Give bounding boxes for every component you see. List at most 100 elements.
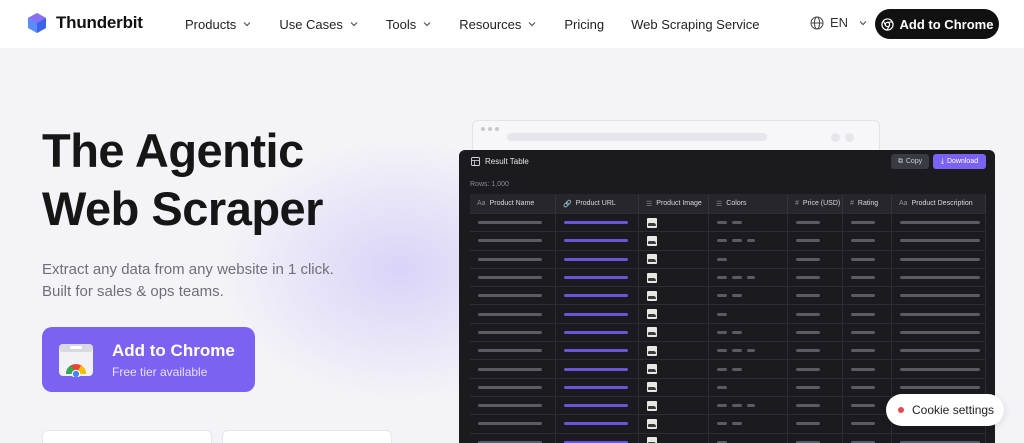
table-cell — [556, 232, 639, 250]
table-cell — [556, 342, 639, 360]
table-cell — [639, 342, 709, 360]
placeholder-bar — [796, 294, 820, 298]
table-cell — [470, 305, 556, 323]
copy-button[interactable]: ⧉ Copy — [891, 154, 929, 169]
placeholder-bar — [732, 276, 742, 280]
placeholder-bar — [732, 422, 742, 426]
download-button[interactable]: ⤓ Download — [933, 154, 986, 169]
language-selector[interactable]: EN — [810, 15, 868, 30]
placeholder-bar — [851, 422, 875, 426]
column-header[interactable]: # Rating — [843, 194, 892, 213]
table-cell — [470, 323, 556, 342]
hero-add-to-chrome-button[interactable]: Add to Chrome Free tier available — [42, 327, 255, 392]
nav-item-label: Resources — [459, 16, 522, 32]
placeholder-bar — [900, 367, 980, 371]
table-cell — [843, 342, 892, 360]
placeholder-bar — [796, 221, 820, 225]
column-header[interactable]: 🔗 Product URL — [556, 194, 639, 213]
column-header[interactable]: Aa Product Name — [470, 194, 556, 213]
product-thumbnail — [647, 418, 657, 429]
nav-add-to-chrome-button[interactable]: Add to Chrome — [875, 9, 999, 39]
table-cell — [556, 268, 639, 287]
placeholder-bar — [478, 422, 542, 426]
placeholder-bar — [478, 257, 542, 261]
table-cell — [639, 323, 709, 342]
table-row[interactable] — [470, 359, 986, 378]
table-cell — [556, 433, 639, 443]
nav-menu: Products Use Cases Tools Resources Pricing We… — [185, 0, 787, 48]
table-cell — [709, 433, 788, 443]
nav-item-products[interactable]: Products — [185, 17, 252, 32]
table-cell — [470, 396, 556, 415]
table-cell — [709, 268, 788, 287]
placeholder-bar — [796, 312, 820, 316]
download-label: Download — [946, 158, 979, 165]
chevron-down-icon — [350, 22, 358, 27]
placeholder-bar — [747, 404, 755, 408]
column-header[interactable]: Aa Product Description — [892, 194, 986, 213]
table-row[interactable] — [470, 286, 986, 305]
table-cell — [709, 415, 788, 433]
table-cell — [843, 250, 892, 268]
table-cell — [892, 323, 986, 342]
table-cell — [709, 323, 788, 342]
column-header-label: Product URL — [575, 200, 616, 207]
column-header-label: Product Description — [911, 200, 973, 207]
hero-title-line1: The Agentic — [42, 124, 304, 177]
column-header[interactable]: # Price (USD) — [788, 194, 843, 213]
table-row[interactable] — [470, 249, 986, 268]
chrome-extension-icon — [59, 344, 93, 377]
placeholder-bar — [851, 385, 875, 389]
hero-subtitle-line2: Built for sales & ops teams. — [42, 283, 224, 300]
table-row[interactable] — [470, 267, 986, 287]
table-header-row: Aa Product Name 🔗 Product URL ☰ Product Image… — [470, 194, 986, 213]
nav-item-resources[interactable]: Resources — [459, 17, 537, 32]
table-row[interactable] — [470, 432, 986, 443]
cookie-settings-button[interactable]: Cookie settings — [886, 394, 1004, 426]
table-cell — [892, 268, 986, 287]
placeholder-bar — [717, 349, 727, 353]
table-cell — [709, 287, 788, 305]
table-cell — [843, 305, 892, 323]
placeholder-bar — [564, 385, 628, 389]
placeholder-bar — [478, 367, 542, 371]
column-type-icon: 🔗 — [563, 200, 572, 208]
placeholder-bar — [564, 239, 628, 243]
column-header[interactable]: ☰ Product Image — [639, 194, 709, 213]
table-cell — [470, 360, 556, 378]
column-type-icon: Aa — [899, 200, 908, 207]
nav-item-tools[interactable]: Tools — [386, 17, 432, 32]
placeholder-bar — [851, 221, 875, 225]
table-cell — [788, 268, 843, 287]
table-row[interactable] — [470, 322, 986, 342]
placeholder-bar — [564, 367, 628, 371]
table-row[interactable] — [470, 304, 986, 323]
nav-item-web-scraping-service[interactable]: Web Scraping Service — [631, 17, 759, 32]
nav-item-use-cases[interactable]: Use Cases — [279, 17, 359, 32]
table-cell — [556, 396, 639, 415]
placeholder-bar — [478, 294, 542, 298]
table-row[interactable] — [470, 231, 986, 250]
placeholder-bar — [717, 330, 727, 334]
table-cell — [639, 232, 709, 250]
brand-logo[interactable]: Thunderbit — [26, 12, 143, 34]
table-row[interactable] — [470, 341, 986, 360]
column-type-icon: ☰ — [646, 200, 653, 208]
column-header[interactable]: ☰ Colors — [709, 194, 788, 213]
table-row[interactable] — [470, 213, 986, 232]
hero-subtitle-line1: Extract any data from any website in 1 c… — [42, 261, 334, 278]
thunderbit-logo-icon — [28, 13, 46, 33]
table-cell — [709, 214, 788, 232]
placeholder-bar — [717, 385, 727, 389]
nav-item-label: Pricing — [564, 16, 605, 32]
table-cell — [470, 433, 556, 443]
placeholder-bar — [732, 349, 742, 353]
placeholder-bar — [717, 276, 727, 280]
nav-item-pricing[interactable]: Pricing — [564, 17, 604, 32]
column-type-icon: ☰ — [716, 200, 723, 208]
column-type-icon: Aa — [477, 200, 486, 207]
placeholder-bar — [732, 239, 742, 243]
table-cell — [843, 232, 892, 250]
placeholder-bar — [796, 257, 820, 261]
placeholder-bar — [732, 330, 742, 334]
